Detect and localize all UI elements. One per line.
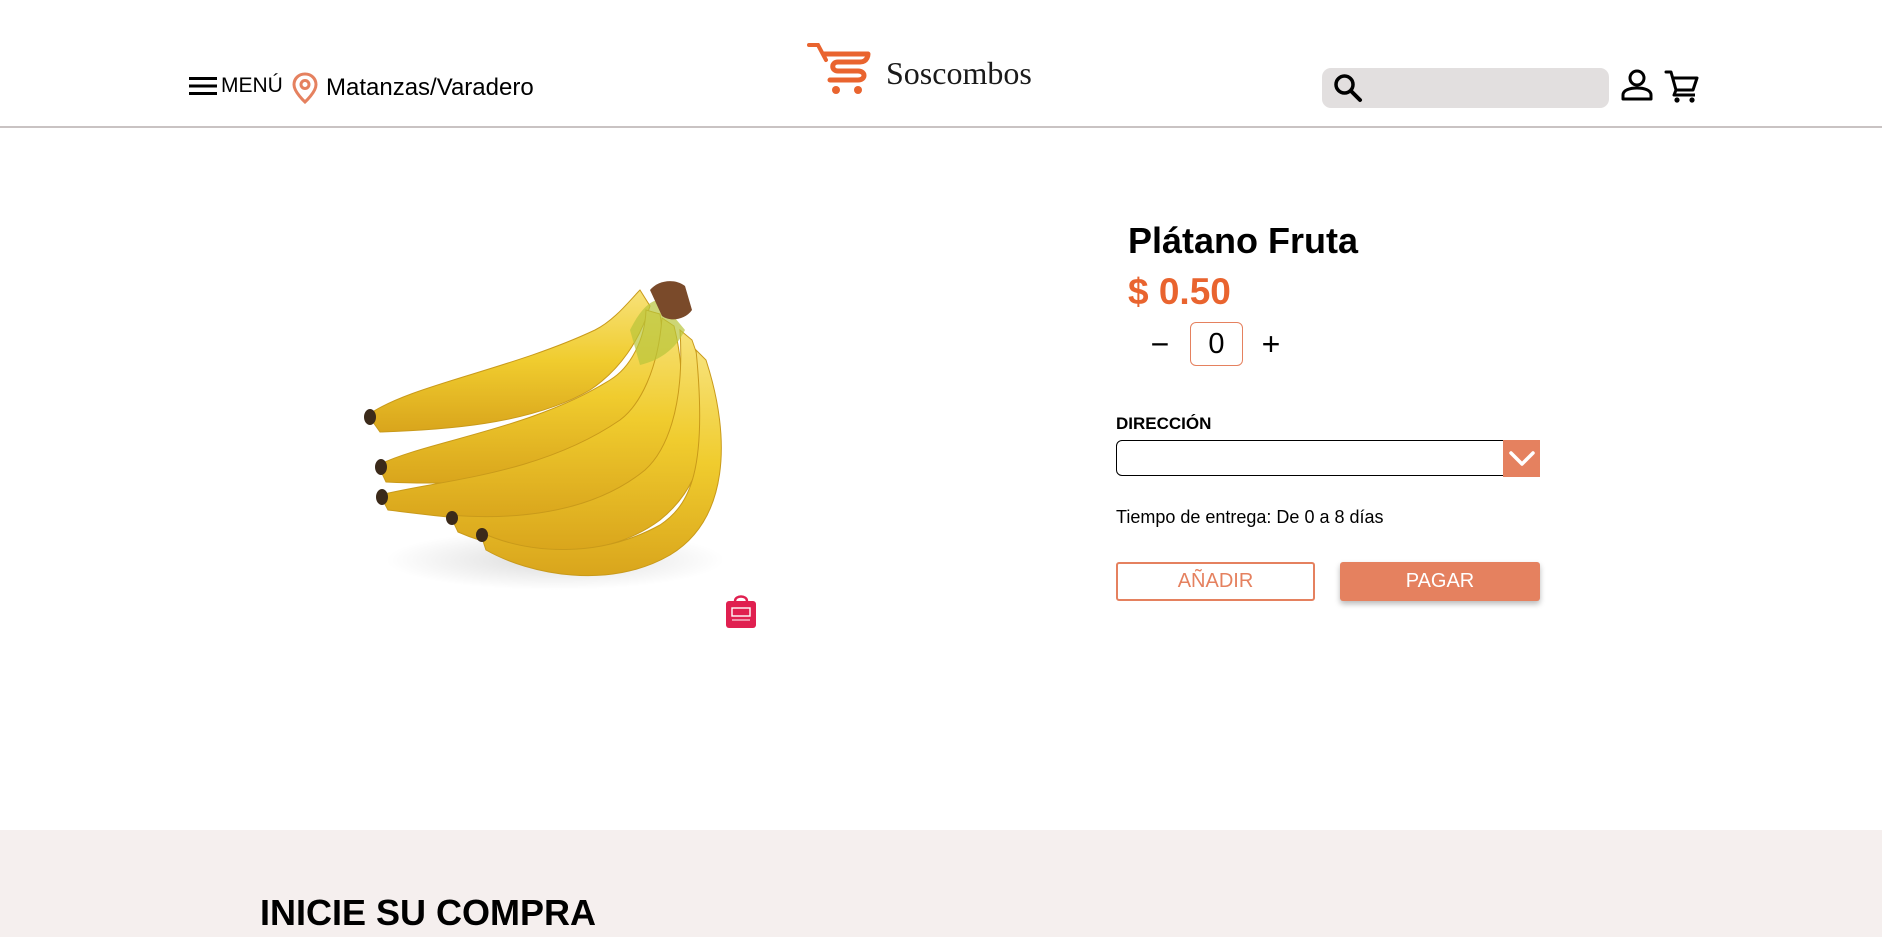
address-dropdown-button[interactable] — [1503, 440, 1540, 477]
footer-heading: INICIE SU COMPRA — [260, 892, 597, 933]
location-selector[interactable]: Matanzas/Varadero — [292, 72, 534, 104]
location-text: Matanzas/Varadero — [326, 74, 534, 101]
menu-button[interactable]: MENÚ — [188, 74, 283, 98]
add-to-cart-button[interactable]: AÑADIR — [1116, 562, 1315, 601]
address-label: DIRECCIÓN — [1116, 414, 1212, 433]
cart-logo-icon — [807, 43, 871, 94]
product-title: Plátano Fruta — [1128, 220, 1359, 261]
quantity-stepper: − 0 + — [1146, 322, 1285, 366]
decrease-quantity-button[interactable]: − — [1146, 322, 1174, 366]
location-pin-icon — [292, 72, 318, 104]
hamburger-icon — [189, 77, 217, 95]
shopping-cart-icon[interactable] — [1664, 68, 1700, 104]
quantity-input[interactable]: 0 — [1190, 322, 1243, 366]
pay-button[interactable]: PAGAR — [1340, 562, 1540, 601]
search-icon[interactable] — [1332, 72, 1364, 104]
address-select[interactable] — [1116, 440, 1540, 477]
search-input[interactable] — [1364, 68, 1609, 108]
site-header: MENÚ Matanzas/Varadero Soscombos — [0, 0, 1882, 128]
user-icon[interactable] — [1620, 68, 1654, 102]
delivery-time: Tiempo de entrega: De 0 a 8 días — [1116, 507, 1384, 527]
brand-logo[interactable]: Soscombos — [806, 40, 1032, 96]
increase-quantity-button[interactable]: + — [1257, 322, 1285, 366]
search-bar[interactable] — [1322, 68, 1609, 108]
menu-label: MENÚ — [221, 74, 283, 97]
product-price: $ 0.50 — [1128, 271, 1231, 312]
chevron-down-icon — [1508, 450, 1535, 466]
shopping-bag-icon — [726, 595, 756, 628]
brand-name: Soscombos — [886, 55, 1032, 91]
